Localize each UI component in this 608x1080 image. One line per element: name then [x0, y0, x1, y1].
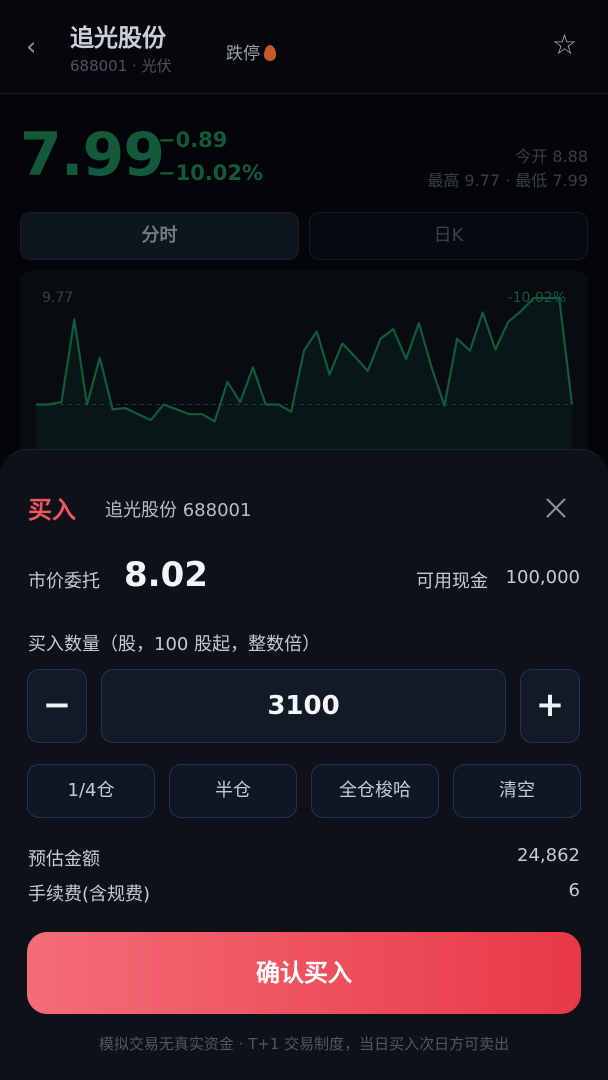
- trade-screen: ‹ 追光股份 688001 · 光伏 跌停 ☆ 7.99 −0.89 −10.0…: [0, 0, 608, 1080]
- half-position-button[interactable]: 半仓: [169, 764, 297, 818]
- sheet-title: 买入: [28, 496, 76, 524]
- quantity-label: 买入数量（股，100 股起，整数倍）: [28, 634, 321, 655]
- fee-label: 手续费(含规费): [28, 884, 151, 905]
- quantity-input[interactable]: [101, 669, 506, 743]
- limit-down-badge: 跌停: [226, 39, 276, 64]
- disclaimer: 模拟交易无真实资金 · T+1 交易制度，当日买入次日方可卖出: [98, 1035, 510, 1053]
- clear-button[interactable]: 清空: [453, 764, 581, 818]
- buy-sheet: 买入 追光股份 688001 市价委托 8.02 可用现金 100,000 买入…: [0, 449, 608, 1080]
- available-cash-value: 100,000: [505, 567, 580, 588]
- order-price: 8.02: [124, 555, 208, 595]
- full-position-button[interactable]: 全仓梭哈: [311, 764, 439, 818]
- chevron-left-icon[interactable]: ‹: [26, 30, 54, 64]
- fire-icon: [264, 45, 276, 61]
- estimate-value: 24,862: [517, 845, 580, 866]
- estimate-label: 预估金额: [28, 849, 100, 870]
- confirm-buy-button[interactable]: 确认买入: [27, 932, 581, 1014]
- limit-down-label: 跌停: [226, 44, 260, 64]
- close-icon[interactable]: [542, 494, 570, 522]
- quarter-position-button[interactable]: 1/4仓: [27, 764, 155, 818]
- decrease-quantity-button[interactable]: −: [27, 669, 87, 743]
- stock-code-sector: 688001 · 光伏: [70, 57, 172, 75]
- available-cash-label: 可用现金: [416, 571, 488, 592]
- fee-value: 6: [568, 880, 580, 901]
- increase-quantity-button[interactable]: +: [520, 669, 580, 743]
- sheet-backdrop[interactable]: [0, 94, 608, 454]
- app-header: ‹ 追光股份 688001 · 光伏 跌停 ☆: [0, 0, 608, 94]
- sheet-stock: 追光股份 688001: [105, 500, 252, 521]
- star-icon[interactable]: ☆: [552, 28, 577, 61]
- stock-name: 追光股份: [70, 24, 166, 52]
- order-type-label: 市价委托: [28, 571, 100, 592]
